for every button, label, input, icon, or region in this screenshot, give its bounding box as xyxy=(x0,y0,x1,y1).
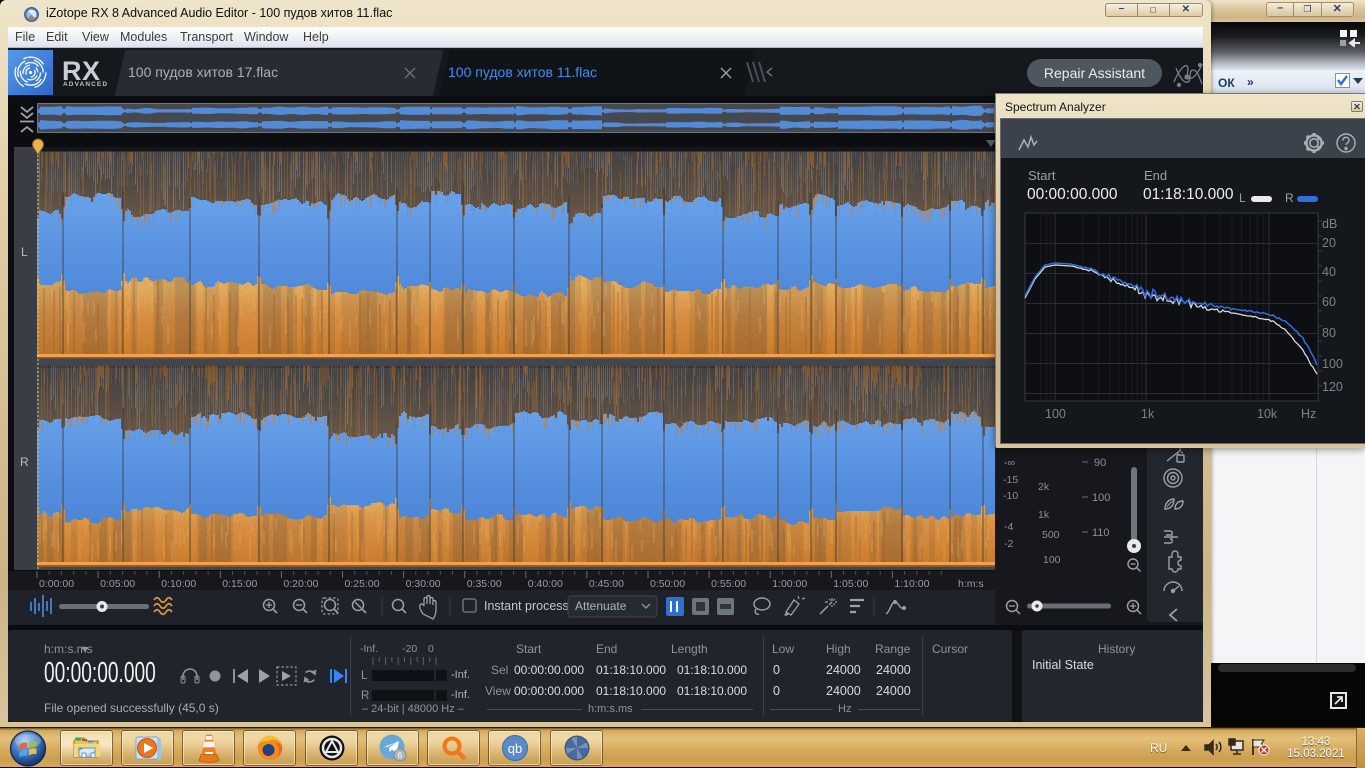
svg-text:0:30:00: 0:30:00 xyxy=(406,578,441,590)
svg-text:1:00:00: 1:00:00 xyxy=(772,578,807,590)
svg-text:0:40:00: 0:40:00 xyxy=(528,578,563,590)
svg-text:Instant process: Instant process xyxy=(484,599,569,613)
svg-text:0:50:00: 0:50:00 xyxy=(650,578,685,590)
svg-text:0:05:00: 0:05:00 xyxy=(100,578,135,590)
svg-text:0:55:00: 0:55:00 xyxy=(711,578,746,590)
svg-text:0:35:00: 0:35:00 xyxy=(467,578,502,590)
svg-text:0:45:00: 0:45:00 xyxy=(589,578,624,590)
svg-text:0:20:00: 0:20:00 xyxy=(283,578,318,590)
svg-text:0:00:00: 0:00:00 xyxy=(39,578,74,590)
svg-text:1:10:00: 1:10:00 xyxy=(894,578,929,590)
svg-text:0:10:00: 0:10:00 xyxy=(161,578,196,590)
svg-text:1:05:00: 1:05:00 xyxy=(833,578,868,590)
svg-text:0:15:00: 0:15:00 xyxy=(222,578,257,590)
svg-text:Attenuate: Attenuate xyxy=(575,599,627,613)
svg-text:0:25:00: 0:25:00 xyxy=(345,578,380,590)
svg-text:6: 6 xyxy=(397,751,402,760)
svg-text:qb: qb xyxy=(507,741,521,756)
svg-text:h:m:s: h:m:s xyxy=(958,578,984,590)
